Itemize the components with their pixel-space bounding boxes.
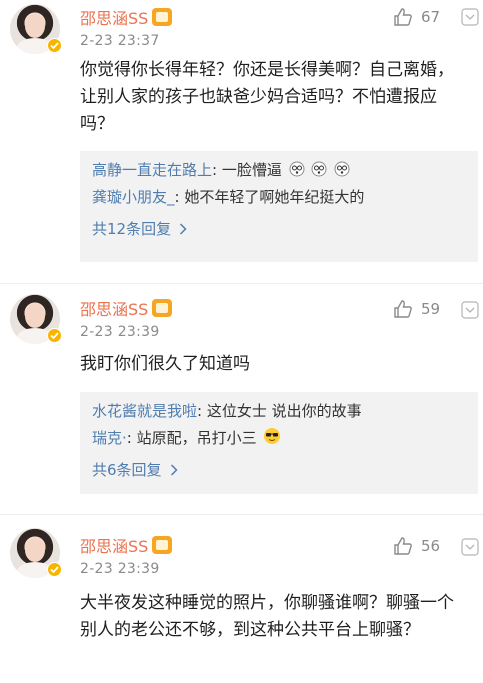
reply-separator: :	[197, 402, 207, 420]
verified-icon	[47, 38, 62, 53]
reply-item: 龚璇小朋友_: 她不年轻了啊她年纪挺大的	[92, 184, 466, 211]
chevron-down-icon[interactable]	[461, 8, 479, 26]
username-label[interactable]: 邵思涵SS	[80, 296, 148, 320]
reply-user[interactable]: 水花酱就是我啦	[92, 402, 197, 420]
view-all-replies[interactable]: 共12条回复	[92, 211, 466, 249]
like-button[interactable]: 67	[393, 7, 440, 27]
chevron-right-icon	[180, 223, 187, 235]
reply-item: 瑞克·: 站原配，吊打小三	[92, 425, 466, 452]
username[interactable]: 邵思涵SS	[80, 296, 173, 320]
chevron-down-icon[interactable]	[461, 301, 479, 319]
timestamp: 2-23 23:39	[80, 324, 160, 340]
dizzy-face-emoji	[289, 161, 305, 177]
dizzy-face-emoji	[311, 161, 327, 177]
reply-separator: :	[174, 188, 185, 206]
like-count: 56	[421, 537, 441, 555]
reply-item: 高静一直走在路上: 一脸懵逼	[92, 157, 466, 184]
reply-total-label[interactable]: 共12条回复	[92, 217, 171, 241]
reply-text: 一脸懵逼	[221, 161, 282, 179]
like-count: 67	[421, 8, 441, 26]
comment-item: 邵思涵SS 2-23 23:39 59 我盯你们很久了知道吗 水花酱就是我啦: …	[0, 284, 483, 514]
chevron-down-icon[interactable]	[461, 538, 479, 556]
sunglasses-emoji	[264, 428, 281, 444]
verified-icon	[47, 328, 62, 343]
reply-box[interactable]: 高静一直走在路上: 一脸懵逼 龚璇小朋友_: 她不年轻了啊她年纪挺大的 共12条…	[80, 151, 478, 262]
like-button[interactable]: 59	[393, 299, 440, 319]
comment-item: 邵思涵SS 2-23 23:39 56 大半夜发这种睡觉的照片，你聊骚谁啊？聊骚…	[0, 515, 483, 683]
reply-text: 这位女士 说出你的故事	[206, 402, 362, 420]
reply-text: 她不年轻了啊她年纪挺大的	[184, 188, 365, 206]
comment-text: 你觉得你长得年轻？你还是长得美啊？自己离婚，让别人家的孩子也缺爸少妈合适吗？不怕…	[80, 60, 454, 134]
comment-item: 邵思涵SS 2-23 23:37 67 你觉得你长得年轻？你还是长得美啊？自己离…	[0, 0, 483, 283]
thumb-up-icon	[394, 300, 412, 318]
view-all-replies[interactable]: 共6条回复	[92, 452, 466, 490]
reply-separator: :	[126, 429, 137, 447]
vip-level-icon	[152, 536, 173, 554]
username-label[interactable]: 邵思涵SS	[80, 5, 148, 29]
vip-level-icon	[152, 299, 173, 317]
reply-item: 水花酱就是我啦: 这位女士 说出你的故事	[92, 398, 466, 425]
comment-text: 大半夜发这种睡觉的照片，你聊骚谁啊？聊骚一个别人的老公还不够，到这种公共平台上聊…	[80, 593, 454, 640]
like-button[interactable]: 56	[393, 536, 440, 556]
reply-total-label[interactable]: 共6条回复	[92, 458, 162, 482]
reply-separator: :	[212, 161, 222, 179]
thumb-up-icon	[394, 8, 412, 26]
username[interactable]: 邵思涵SS	[80, 5, 173, 29]
thumb-up-icon	[394, 537, 412, 555]
timestamp: 2-23 23:37	[80, 33, 160, 49]
vip-level-icon	[152, 8, 173, 26]
reply-user[interactable]: 龚璇小朋友_	[92, 188, 175, 206]
username[interactable]: 邵思涵SS	[80, 533, 173, 557]
dizzy-face-emoji	[334, 161, 350, 177]
reply-user[interactable]: 瑞克·	[92, 429, 127, 447]
reply-text: 站原配，吊打小三	[136, 429, 257, 447]
reply-user[interactable]: 高静一直走在路上	[92, 161, 212, 179]
chevron-right-icon	[170, 464, 178, 476]
reply-box[interactable]: 水花酱就是我啦: 这位女士 说出你的故事 瑞克·: 站原配，吊打小三 共6条回复	[80, 392, 478, 494]
username-label[interactable]: 邵思涵SS	[80, 533, 148, 557]
timestamp: 2-23 23:39	[80, 561, 160, 577]
like-count: 59	[421, 300, 441, 318]
verified-icon	[47, 562, 62, 577]
comment-text: 我盯你们很久了知道吗	[80, 354, 250, 374]
